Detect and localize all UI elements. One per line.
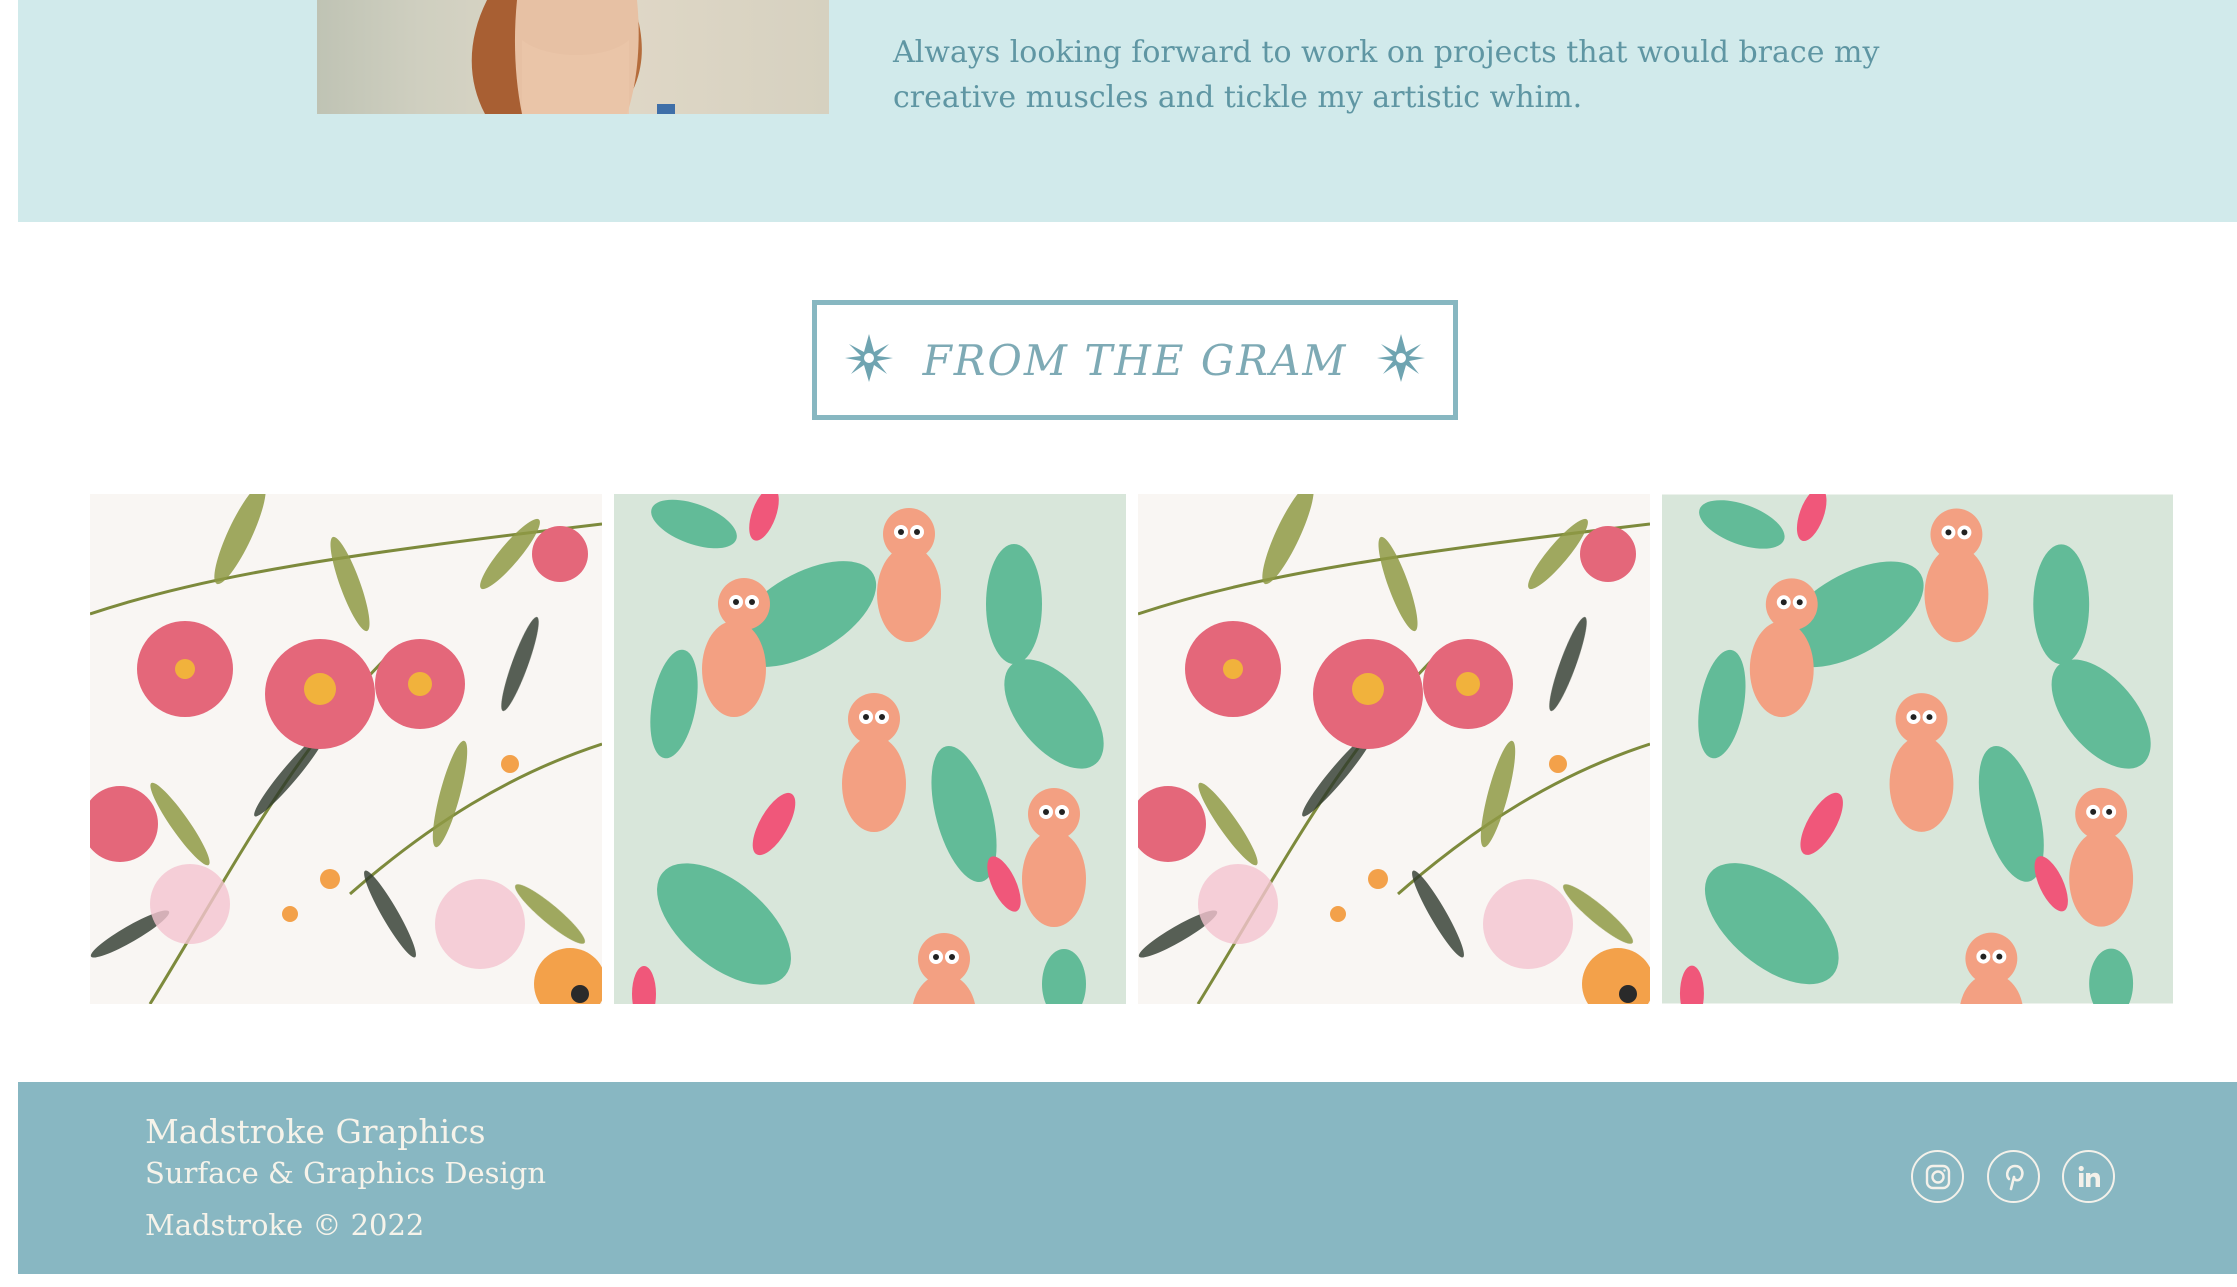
- gram-heading-box: FROM THE GRAM: [812, 300, 1458, 420]
- pinterest-icon[interactable]: [1987, 1150, 2040, 1203]
- instagram-icon[interactable]: [1911, 1150, 1964, 1203]
- about-text: Always looking forward to work on projec…: [893, 35, 1880, 115]
- footer-tagline: Surface & Graphics Design: [145, 1156, 547, 1190]
- linkedin-icon[interactable]: [2062, 1150, 2115, 1203]
- gallery-image-floral[interactable]: [1138, 494, 1650, 1004]
- portrait-photo: [317, 0, 829, 114]
- footer-copyright: Madstroke © 2022: [145, 1208, 425, 1242]
- sparkle-icon: [1375, 332, 1427, 388]
- gallery-image-floral[interactable]: [90, 494, 602, 1004]
- gallery-image-monkeys[interactable]: [1662, 494, 2173, 1004]
- about-section: Always looking forward to work on projec…: [18, 0, 2237, 222]
- footer: Madstroke Graphics Surface & Graphics De…: [18, 1082, 2237, 1274]
- gallery-image-monkeys[interactable]: [614, 494, 1126, 1004]
- footer-brand: Madstroke Graphics: [145, 1112, 486, 1151]
- gram-title: FROM THE GRAM: [922, 335, 1348, 385]
- sparkle-icon: [843, 332, 895, 388]
